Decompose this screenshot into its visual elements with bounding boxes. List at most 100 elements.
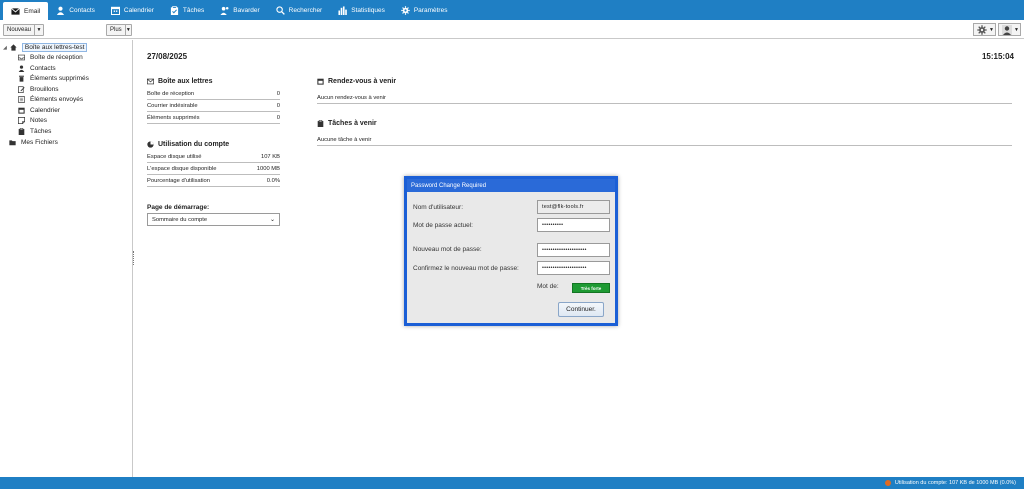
row-value: 0 (276, 102, 280, 109)
sidebar-item-label: Notes (30, 117, 47, 124)
new-button[interactable]: Nouveau ▼ (3, 24, 44, 36)
username-field[interactable]: test@flk-tools.fr (537, 200, 610, 214)
sidebar-item-deleted[interactable]: Éléments supprimés (18, 75, 89, 82)
confirm-password-label: Confirmez le nouveau mot de passe: (413, 265, 519, 272)
person-icon (18, 65, 25, 72)
settings-menu-button[interactable]: ▼ (973, 23, 996, 36)
calendar-icon (18, 107, 25, 114)
chevron-down-icon: ⌄ (269, 217, 275, 223)
new-button-label: Nouveau (7, 27, 32, 33)
pie-chart-icon (147, 141, 154, 148)
usage-heading: Utilisation du compte (147, 141, 229, 148)
more-button[interactable]: Plus ▼ (106, 24, 132, 36)
sidebar-item-label: Mes Fichiers (21, 139, 58, 146)
tab-contacts-label: Contacts (69, 6, 95, 14)
new-password-field[interactable]: ••••••••••••••••••••• (537, 243, 610, 257)
continue-button[interactable]: Continuer. (558, 302, 604, 317)
pane-splitter[interactable] (133, 251, 136, 265)
row-value: 0.0% (266, 177, 280, 184)
tree-root-label: Boîte aux lettres-test (21, 43, 88, 52)
current-time: 15:15:04 (981, 52, 1014, 61)
avatar-icon (1002, 24, 1012, 35)
sidebar-item-label: Calendrier (30, 107, 60, 114)
confirm-password-field[interactable]: ••••••••••••••••••••• (537, 261, 610, 275)
tab-tasks-label: Tâches (182, 6, 205, 14)
row-label: Éléments supprimés (147, 114, 200, 121)
mailbox-title: Boîte aux lettres (158, 78, 213, 85)
usage-row: Pourcentage d'utilisation 0.0% (147, 175, 280, 187)
appointments-heading: Rendez-vous à venir (317, 78, 396, 85)
row-value: 1000 MB (256, 165, 280, 172)
sidebar-item-label: Boîte de réception (30, 54, 83, 61)
sidebar-item-contacts[interactable]: Contacts (18, 65, 56, 72)
calendar-icon (110, 6, 120, 15)
status-bar: Utilisation du compte: 107 KB de 1000 MB… (0, 477, 1024, 489)
sent-icon (18, 96, 25, 103)
current-date: 27/08/2025 (147, 52, 188, 61)
sidebar-item-label: Tâches (30, 128, 52, 135)
tab-chat[interactable]: Bavarder (212, 1, 267, 19)
tab-chat-label: Bavarder (233, 6, 260, 14)
username-label: Nom d'utilisateur: (413, 204, 464, 211)
trash-icon (19, 75, 24, 82)
sidebar-item-files[interactable]: Mes Fichiers (9, 139, 58, 146)
startpage-select[interactable]: Sommaire du compte ⌄ (147, 213, 280, 226)
collapse-toggle-icon[interactable]: ◢ (3, 45, 7, 51)
folder-icon (9, 140, 16, 146)
appointments-title: Rendez-vous à venir (328, 78, 397, 85)
tab-statistics[interactable]: Statistiques (330, 1, 393, 19)
gear-icon (977, 24, 987, 35)
tab-tasks[interactable]: Tâches (162, 1, 212, 19)
usage-row: Espace disque utilisé 107 KB (147, 151, 280, 163)
chevron-down-icon[interactable]: ▼ (124, 25, 131, 35)
calendar-icon (317, 78, 324, 85)
tab-search[interactable]: Rechercher (268, 1, 331, 19)
gear-icon (401, 5, 410, 15)
clipboard-icon (18, 128, 25, 135)
mailbox-row[interactable]: Éléments supprimés 0 (147, 112, 280, 124)
chevron-down-icon[interactable]: ▼ (34, 25, 43, 35)
tasks-heading: Tâches à venir (317, 120, 377, 127)
sidebar-item-calendar[interactable]: Calendrier (18, 107, 60, 114)
tasks-empty: Aucune tâche à venir (317, 134, 1012, 146)
envelope-icon (147, 78, 154, 85)
tab-statistics-label: Statistiques (351, 6, 385, 14)
row-value: 0 (276, 90, 280, 97)
sidebar-item-label: Brouillons (30, 86, 59, 93)
envelope-icon (11, 7, 20, 15)
sidebar-item-label: Éléments supprimés (30, 75, 89, 82)
tab-contacts[interactable]: Contacts (48, 1, 103, 19)
tree-root[interactable]: ◢ Boîte aux lettres-test (3, 43, 88, 52)
current-password-field[interactable]: •••••••••• (537, 218, 610, 232)
tab-email-label: Email (24, 7, 41, 15)
row-label: Espace disque utilisé (147, 153, 202, 160)
sidebar-item-inbox[interactable]: Boîte de réception (18, 54, 83, 61)
user-menu-button[interactable]: ▼ (998, 23, 1021, 36)
strength-label: Mot de: (537, 283, 559, 290)
mailbox-row[interactable]: Courrier indésirable 0 (147, 100, 280, 112)
sidebar-item-tasks[interactable]: Tâches (18, 128, 51, 135)
draft-icon (18, 86, 25, 93)
row-label: L'espace disque disponible (147, 165, 217, 172)
search-icon (275, 5, 285, 15)
startpage-selected: Sommaire du compte (152, 216, 208, 223)
more-button-label: Plus (110, 27, 122, 33)
sidebar-item-sent[interactable]: Éléments envoyés (18, 96, 83, 103)
clipboard-icon (170, 5, 179, 15)
sidebar-item-label: Éléments envoyés (30, 96, 84, 103)
row-label: Pourcentage d'utilisation (147, 177, 210, 184)
chat-icon (220, 6, 229, 15)
tab-calendar[interactable]: Calendrier (103, 1, 162, 19)
tab-settings[interactable]: Paramètres (393, 1, 456, 19)
clipboard-icon (317, 120, 324, 127)
chevron-down-icon: ▼ (1014, 26, 1019, 33)
row-label: Boîte de réception (147, 90, 195, 97)
tab-calendar-label: Calendrier (123, 6, 154, 14)
new-password-label: Nouveau mot de passe: (413, 246, 482, 253)
mailbox-row[interactable]: Boîte de réception 0 (147, 88, 280, 100)
tab-email[interactable]: Email (3, 2, 49, 20)
usage-pie-icon (884, 480, 891, 486)
sidebar-item-notes[interactable]: Notes (18, 117, 47, 124)
sidebar-item-drafts[interactable]: Brouillons (18, 86, 59, 93)
row-value: 107 KB (260, 153, 280, 160)
